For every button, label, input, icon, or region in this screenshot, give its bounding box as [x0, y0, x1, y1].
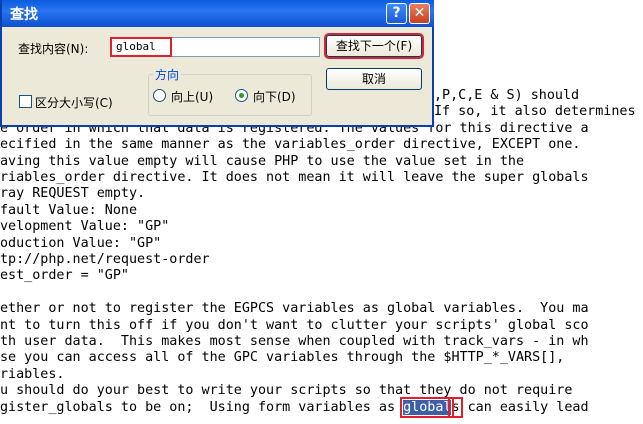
- match-case-checkbox[interactable]: [19, 95, 32, 108]
- text-line: ray REQUEST empty.: [0, 186, 146, 202]
- find-next-button[interactable]: 查找下一个(F): [324, 33, 424, 59]
- dialog-titlebar[interactable]: 查找 ? ✕: [2, 0, 434, 27]
- text-line: nt to turn this off if you don't want to…: [0, 317, 589, 333]
- help-button[interactable]: ?: [386, 3, 407, 24]
- help-icon: ?: [392, 5, 401, 21]
- direction-legend: 方向: [153, 66, 182, 83]
- search-match-tail: s: [448, 396, 463, 418]
- line-text-after: can easily lead: [459, 399, 589, 415]
- text-line: riables_order directive. It does not mea…: [0, 170, 589, 185]
- text-line: velopment Value: "GP": [0, 219, 170, 235]
- text-line: th user data. This makes most sense when…: [0, 334, 589, 349]
- text-line: oduction Value: "GP": [0, 235, 162, 251]
- find-dialog: 查找 ? ✕ 查找内容(N): global 查找下一个(F) 取消 方向 向上…: [0, 0, 434, 127]
- direction-up-radio[interactable]: [153, 89, 166, 102]
- dialog-title: 查找: [10, 7, 38, 23]
- text-line: ecified in the same manner as the variab…: [0, 137, 581, 153]
- text-line: aving this value empty will cause PHP to…: [0, 153, 525, 169]
- text-line: est_order = "GP": [0, 268, 129, 284]
- direction-group: 方向 向上(U) 向下(D): [148, 66, 312, 116]
- text-line: ,P,C,E & S) should: [434, 88, 580, 103]
- text-line: fault Value: None: [0, 202, 138, 218]
- direction-down-label[interactable]: 向下(D): [253, 88, 296, 105]
- text-line: If so, it also determines: [434, 104, 636, 120]
- radio-selected-dot: [239, 93, 244, 98]
- cancel-button[interactable]: 取消: [326, 68, 422, 90]
- close-icon: ✕: [413, 5, 426, 21]
- match-case-label[interactable]: 区分大小写(C): [35, 94, 113, 111]
- annotation-highlight-box: [110, 37, 172, 57]
- find-what-label: 查找内容(N):: [18, 42, 89, 56]
- text-line: ether or not to register the EGPCS varia…: [0, 301, 589, 317]
- text-line: riables.: [0, 366, 65, 382]
- text-line-with-match: gister_globals to be on; Using form vari…: [0, 396, 589, 418]
- line-text-before: gister_globals to be on; Using form vari…: [0, 399, 404, 415]
- direction-up-label[interactable]: 向上(U): [171, 88, 213, 105]
- text-line: se you can access all of the GPC variabl…: [0, 350, 565, 366]
- direction-down-radio[interactable]: [235, 89, 248, 102]
- text-line: u should do your best to write your scri…: [0, 383, 573, 399]
- close-button[interactable]: ✕: [409, 3, 430, 24]
- search-match-highlight: global: [400, 396, 455, 418]
- text-line: tp://php.net/request-order: [0, 252, 210, 267]
